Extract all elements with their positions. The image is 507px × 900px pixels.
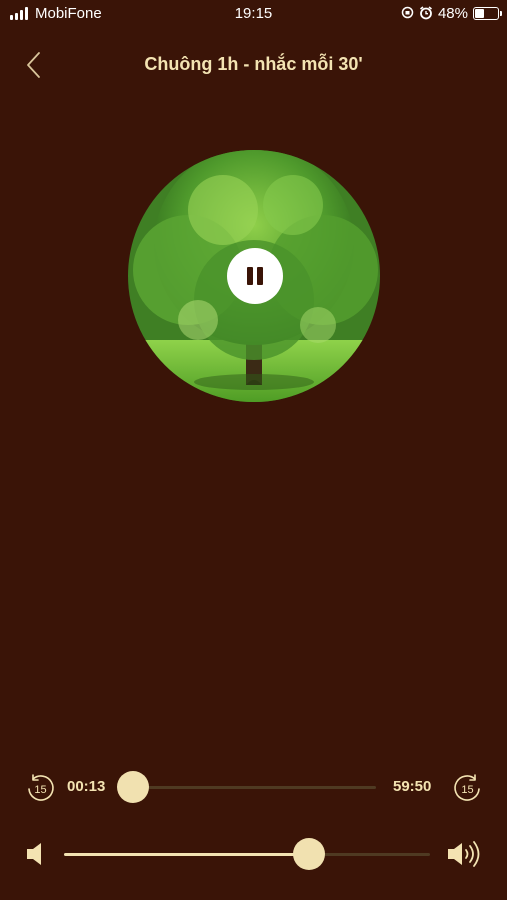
volume-track[interactable] [64,853,430,856]
rotation-lock-icon [401,6,414,21]
battery-icon [473,7,502,20]
pause-icon [245,267,265,285]
skip-back-button[interactable]: 15 [24,772,56,804]
volume-mute-icon[interactable] [24,840,50,868]
progress-track[interactable] [132,786,376,789]
battery-percent: 48% [437,5,468,22]
skip-forward-label: 15 [461,784,473,796]
rewind-15-icon: 15 [28,774,54,801]
skip-forward-button[interactable]: 15 [452,772,484,804]
alarm-icon [419,5,433,22]
volume-max-icon[interactable] [446,840,484,868]
forward-15-icon: 15 [454,774,480,801]
skip-back-label: 15 [34,784,46,796]
volume-thumb[interactable] [293,838,326,870]
status-bar: MobiFone 19:15 48% [0,0,507,28]
page-title: Chuông 1h - nhắc mỗi 30' [144,54,363,74]
elapsed-time: 00:13 [67,778,106,795]
pause-button[interactable] [227,248,283,304]
remaining-time: 59:50 [393,778,432,795]
progress-thumb[interactable] [116,771,149,803]
